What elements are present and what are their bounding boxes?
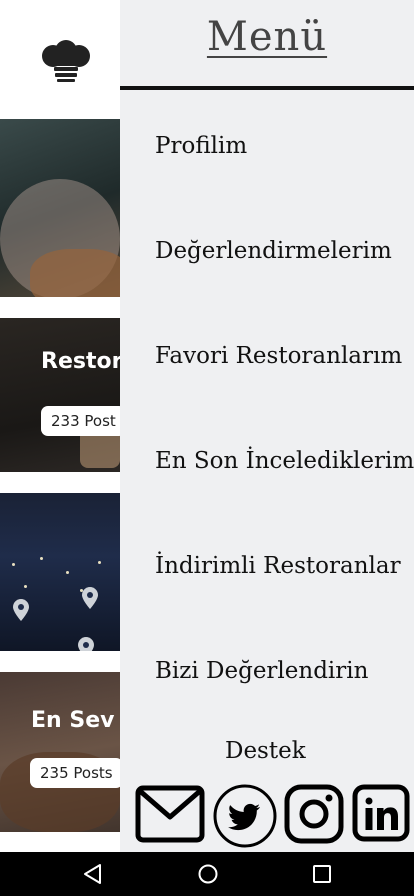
city-light: [40, 557, 43, 560]
menu-title: Menü: [206, 14, 328, 60]
location-pin-icon: [78, 637, 94, 651]
menu-item-favorite-restaurants[interactable]: Favori Restoranlarım: [155, 343, 402, 369]
post-count-badge: 233 Post: [41, 406, 126, 436]
menu-item-recently-viewed[interactable]: En Son İncelediklerim: [155, 448, 414, 474]
card-image-detail: [30, 249, 130, 297]
location-pin-icon: [13, 599, 29, 621]
home-icon[interactable]: [196, 862, 220, 886]
city-light: [98, 561, 101, 564]
menu-item-reviews[interactable]: Değerlendirmelerim: [155, 238, 392, 264]
card-title: Restor: [41, 349, 123, 374]
mail-icon[interactable]: [135, 784, 205, 844]
menu-item-discounted-restaurants[interactable]: İndirimli Restoranlar: [155, 553, 401, 579]
back-icon[interactable]: [81, 862, 105, 886]
city-light: [24, 585, 27, 588]
drawer-header: Menü: [120, 0, 414, 90]
twitter-icon[interactable]: [212, 784, 278, 848]
card-title: En Sev: [31, 708, 115, 733]
support-label[interactable]: Destek: [120, 738, 414, 764]
post-count-badge: 235 Posts: [30, 758, 123, 788]
linkedin-icon[interactable]: [352, 784, 410, 844]
menu-item-profile[interactable]: Profilim: [155, 133, 247, 159]
system-navigation-bar: [0, 852, 414, 896]
chef-hat-icon[interactable]: [38, 40, 94, 82]
city-light: [12, 563, 15, 566]
recents-icon[interactable]: [310, 862, 334, 886]
location-pin-icon: [82, 587, 98, 609]
menu-item-rate-us[interactable]: Bizi Değerlendirin: [155, 658, 368, 684]
instagram-icon[interactable]: [284, 784, 344, 844]
side-drawer-menu: Menü Profilim Değerlendirmelerim Favori …: [120, 0, 414, 852]
city-light: [66, 571, 69, 574]
